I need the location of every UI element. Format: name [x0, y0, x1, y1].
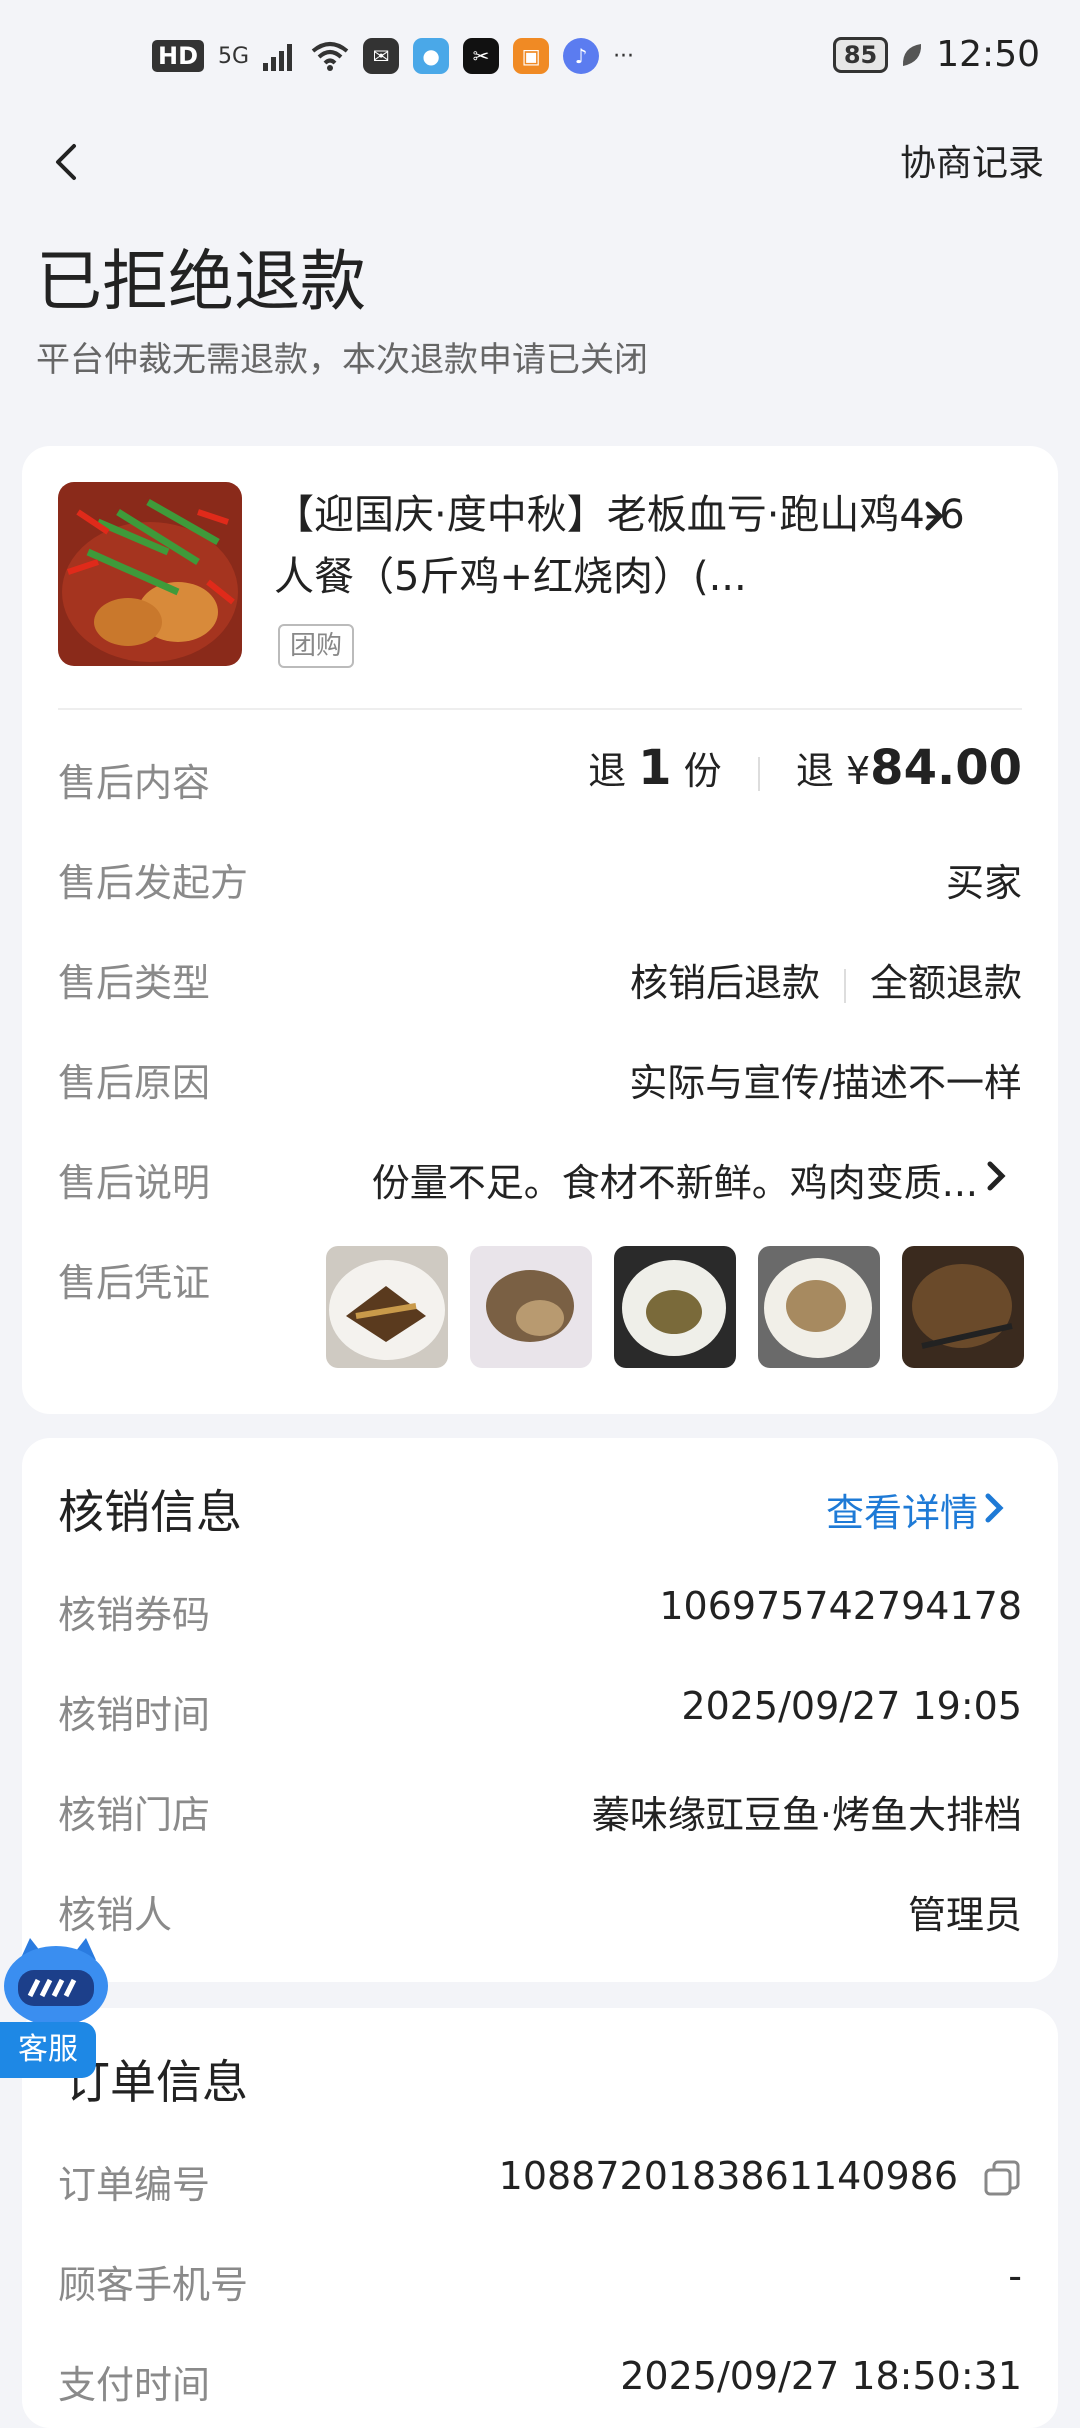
order-label-number: 订单编号: [58, 2163, 211, 2207]
chevron-right-icon[interactable]: [920, 498, 950, 534]
verify-label-code: 核销券码: [58, 1593, 211, 1637]
type-a: 核销后退款: [629, 961, 820, 1005]
order-label-phone: 顾客手机号: [58, 2263, 249, 2307]
row-value-reason: 实际与宣传/描述不一样: [629, 1061, 1022, 1105]
row-label-content: 售后内容: [58, 761, 211, 805]
battery-icon: 85: [832, 36, 889, 73]
customer-service-float[interactable]: 客服: [0, 1930, 112, 2090]
app-icon-capcut: ✂: [463, 38, 500, 74]
product-image: [58, 482, 242, 666]
row-label-initiator: 售后发起方: [58, 861, 249, 905]
verify-value-code: 106975742794178: [659, 1584, 1022, 1628]
row-label-type: 售后类型: [58, 961, 211, 1005]
leaf-icon: [903, 43, 922, 66]
type-b: 全额退款: [869, 961, 1022, 1005]
more-icon: ···: [613, 43, 635, 69]
verify-label-time: 核销时间: [58, 1693, 211, 1737]
refund-qty: 1: [638, 740, 672, 796]
divider: [58, 708, 1022, 710]
signal-icon: [263, 44, 293, 71]
order-label-paytime: 支付时间: [58, 2363, 211, 2407]
verify-value-time: 2025/09/27 19:05: [681, 1684, 1022, 1728]
verify-title: 核销信息: [58, 1485, 242, 1539]
status-bar: HD 5G ✉ ● ✂ ▣ ♪ ··· 85 12:50: [0, 0, 1080, 120]
evidence-image: [470, 1246, 592, 1368]
status-right: 85 12:50: [832, 34, 1040, 75]
copy-icon[interactable]: [982, 2158, 1022, 2198]
wifi-icon: [311, 42, 349, 71]
refund-unit: 份: [683, 749, 722, 793]
evidence-photo-2[interactable]: [470, 1246, 592, 1368]
back-button[interactable]: [48, 140, 92, 184]
separator: [843, 968, 846, 1003]
refund-summary: 退 1 份 退 ¥84.00: [588, 740, 1022, 796]
hd-badge: HD: [152, 40, 205, 72]
back-chevron-icon: [56, 144, 76, 180]
refund-word-2: 退: [795, 749, 834, 793]
separator: [757, 756, 760, 791]
currency: ¥: [845, 749, 871, 793]
verify-label-store: 核销门店: [58, 1793, 211, 1837]
signal-label: 5G: [218, 43, 250, 69]
chevron-right-icon[interactable]: [980, 1490, 1010, 1526]
order-value-paytime: 2025/09/27 18:50:31: [620, 2354, 1022, 2398]
app-icon-orange: ▣: [513, 38, 550, 74]
page-subtitle: 平台仲裁无需退款，本次退款申请已关闭: [36, 340, 648, 380]
evidence-photo-5[interactable]: [902, 1246, 1024, 1368]
evidence-image: [758, 1246, 880, 1368]
app-icon-blue: ●: [413, 38, 450, 74]
view-details-link[interactable]: 查看详情: [826, 1482, 978, 1537]
evidence-photo-1[interactable]: [326, 1246, 448, 1368]
evidence-image: [902, 1246, 1024, 1368]
row-label-description: 售后说明: [58, 1161, 211, 1205]
customer-service-label[interactable]: 客服: [0, 2022, 96, 2078]
row-label-reason: 售后原因: [58, 1061, 211, 1105]
row-value-description[interactable]: 份量不足。食材不新鲜。鸡肉变质...: [372, 1152, 978, 1207]
clock: 12:50: [936, 34, 1040, 75]
refund-word: 退: [588, 749, 627, 793]
verify-value-operator: 管理员: [907, 1893, 1022, 1937]
page-title: 已拒绝退款: [36, 243, 366, 320]
evidence-image: [326, 1246, 448, 1368]
refund-amount: 84.00: [870, 740, 1022, 796]
row-value-initiator: 买家: [945, 861, 1022, 905]
after-sale-card: 【迎国庆·度中秋】老板血亏·跑山鸡4-6人餐（5斤鸡+红烧肉）(... 团购 售…: [22, 446, 1058, 1414]
app-icon-mail: ✉: [363, 38, 400, 74]
evidence-photo-4[interactable]: [758, 1246, 880, 1368]
evidence-photo-3[interactable]: [614, 1246, 736, 1368]
order-value-number: 1088720183861140986: [498, 2154, 958, 2198]
chevron-right-icon[interactable]: [982, 1158, 1012, 1194]
row-value-type: 核销后退款 全额退款: [630, 952, 1022, 1007]
app-icon-music: ♪: [563, 38, 600, 74]
status-left: HD 5G ✉ ● ✂ ▣ ♪ ···: [152, 38, 634, 74]
order-value-phone: -: [1008, 2254, 1022, 2298]
robot-mascot-icon: [4, 1938, 108, 2026]
group-buy-tag: 团购: [278, 624, 355, 668]
order-card: 订单信息 订单编号 1088720183861140986 顾客手机号 - 支付…: [22, 2008, 1058, 2428]
product-name[interactable]: 【迎国庆·度中秋】老板血亏·跑山鸡4-6人餐（5斤鸡+红烧肉）(...: [274, 484, 974, 608]
evidence-image: [614, 1246, 736, 1368]
row-label-evidence: 售后凭证: [58, 1261, 211, 1305]
product-thumbnail[interactable]: [58, 482, 242, 666]
verify-value-store: 蓁味缘豇豆鱼·烤鱼大排档: [591, 1793, 1022, 1837]
verify-card: 核销信息 查看详情 核销券码 106975742794178 核销时间 2025…: [22, 1438, 1058, 1982]
coop-record-link[interactable]: 协商记录: [900, 134, 1044, 186]
